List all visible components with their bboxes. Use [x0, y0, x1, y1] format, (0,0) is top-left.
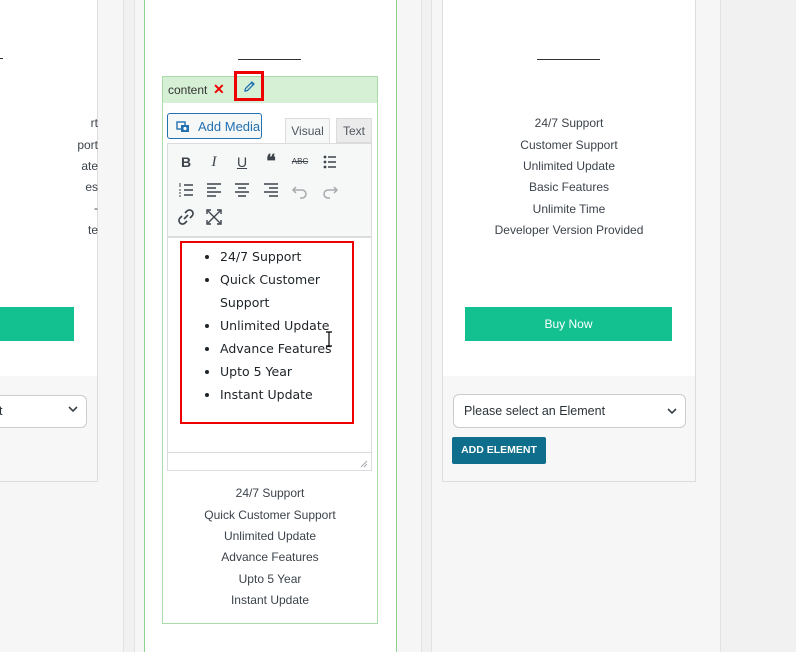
left-select-value: t — [0, 404, 3, 418]
preview-feature-item: Instant Update — [230, 593, 310, 607]
left-card-divider — [0, 58, 3, 59]
left-buy-button[interactable] — [0, 307, 74, 341]
numbered-list-icon[interactable] — [174, 178, 198, 202]
preview-feature-item: Advance Features — [221, 550, 319, 564]
buy-now-button[interactable]: Buy Now — [465, 307, 672, 341]
far-right-background — [721, 0, 796, 652]
undo-icon[interactable] — [288, 178, 312, 202]
resize-handle-icon[interactable] — [358, 458, 368, 468]
italic-icon[interactable]: I — [202, 150, 226, 174]
right-feature-item: Developer Version Provided — [494, 223, 644, 237]
preview-feature-item: Quick Customer Support — [204, 508, 336, 522]
add-media-button[interactable]: Add Media — [167, 113, 262, 139]
add-media-label: Add Media — [198, 119, 261, 134]
left-feature-item: port — [77, 138, 98, 152]
media-icon — [176, 121, 189, 132]
tab-text[interactable]: Text — [336, 118, 372, 143]
bold-icon[interactable]: B — [174, 150, 198, 174]
right-feature-item: Basic Features — [528, 180, 610, 194]
align-center-icon[interactable] — [230, 178, 254, 202]
right-card-divider — [537, 59, 600, 60]
chevron-down-icon — [68, 406, 78, 413]
blockquote-icon[interactable]: ❝ — [259, 149, 283, 173]
underline-icon[interactable]: U — [230, 150, 254, 174]
redo-icon[interactable] — [318, 178, 342, 202]
align-left-icon[interactable] — [202, 178, 226, 202]
right-feature-item: Unlimite Time — [532, 202, 606, 216]
pencil-icon — [244, 81, 255, 92]
chevron-down-icon — [667, 408, 677, 415]
right-feature-item: 24/7 Support — [534, 116, 604, 130]
left-feature-item: te — [87, 223, 98, 237]
left-element-select[interactable]: t — [0, 395, 87, 428]
left-card-footer — [0, 376, 98, 482]
preview-feature-item: Upto 5 Year — [238, 572, 302, 586]
content-element-label: content — [168, 83, 208, 97]
left-feature-item: - — [94, 201, 98, 215]
close-icon[interactable]: ✕ — [213, 81, 225, 98]
bullet-list-icon[interactable] — [318, 150, 342, 174]
element-select[interactable]: Please select an Element — [453, 394, 686, 428]
left-feature-item: ate — [81, 159, 98, 173]
middle-card-divider — [238, 59, 301, 60]
fullscreen-icon[interactable] — [202, 205, 226, 229]
preview-feature-item: 24/7 Support — [235, 486, 305, 500]
right-card-footer — [443, 376, 695, 481]
link-icon[interactable] — [174, 205, 198, 229]
left-feature-item: es — [85, 180, 98, 194]
preview-feature-item: Unlimited Update — [223, 529, 317, 543]
right-feature-item: Unlimited Update — [522, 159, 616, 173]
text-cursor-icon — [326, 331, 332, 347]
align-right-icon[interactable] — [259, 178, 283, 202]
right-feature-item: Customer Support — [520, 138, 618, 152]
tab-visual[interactable]: Visual — [285, 118, 330, 144]
strikethrough-icon[interactable]: ABC — [288, 150, 312, 174]
element-select-value: Please select an Element — [464, 404, 606, 418]
left-feature-item: rt — [90, 116, 98, 130]
edit-content-button[interactable] — [234, 71, 264, 101]
editor-toolbar: B I U ❝ ABC — [167, 143, 372, 237]
editor-status-bar — [167, 452, 372, 471]
add-element-button[interactable]: ADD ELEMENT — [452, 437, 546, 464]
